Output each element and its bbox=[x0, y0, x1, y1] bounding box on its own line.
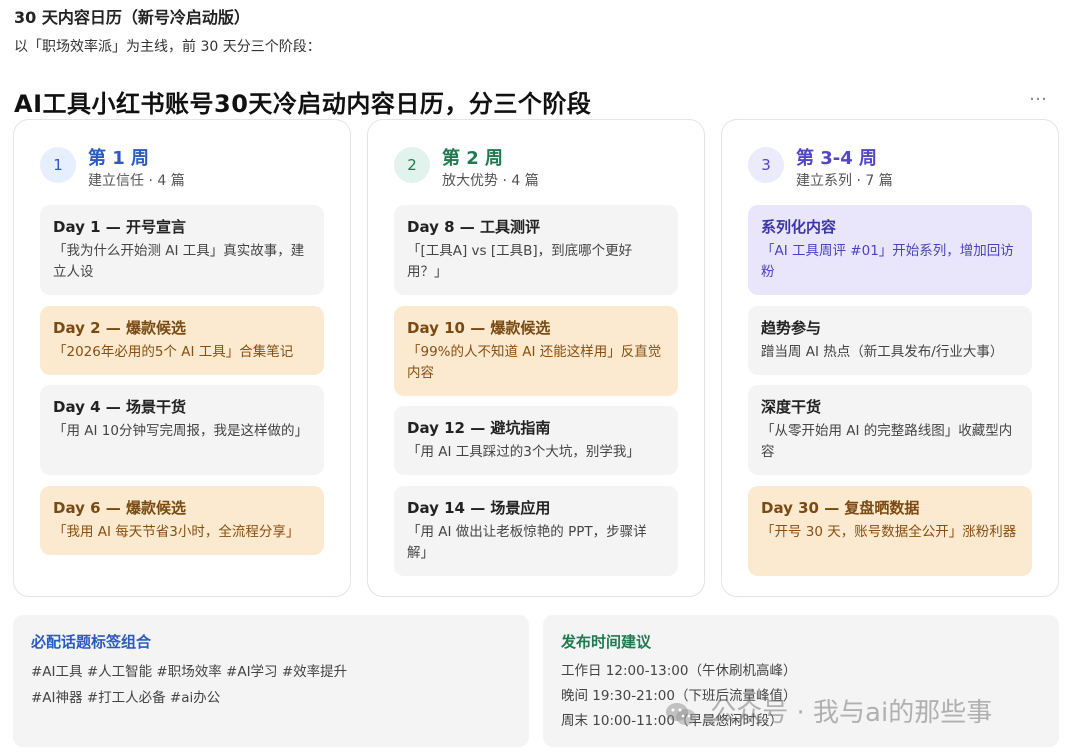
content-card: 深度干货 「从零开始用 AI 的完整路线图」收藏型内容 bbox=[748, 385, 1032, 475]
card-title: Day 12 — 避坑指南 bbox=[407, 419, 551, 437]
column-header: 1 第 1 周 建立信任 · 4 篇 bbox=[40, 144, 330, 189]
card-title: Day 10 — 爆款候选 bbox=[407, 319, 551, 337]
hashtags-panel: 必配话题标签组合 #AI工具 #人工智能 #职场效率 #AI学习 #效率提升 #… bbox=[13, 615, 529, 747]
content-card: Day 12 — 避坑指南 「用 AI 工具踩过的3个大坑，别学我」 bbox=[394, 406, 678, 475]
page-title: AI工具小红书账号30天冷启动内容日历，分三个阶段 bbox=[14, 90, 592, 118]
column-header: 2 第 2 周 放大优势 · 4 篇 bbox=[394, 144, 684, 189]
card-title: Day 6 — 爆款候选 bbox=[53, 499, 186, 517]
phase-number-badge: 1 bbox=[40, 147, 76, 183]
card-description: 「[工具A] vs [工具B]，到底哪个更好用？」 bbox=[407, 243, 633, 280]
phase-subtitle: 建立信任 · 4 篇 bbox=[88, 173, 185, 189]
phase-title: 第 1 周 bbox=[88, 148, 150, 169]
publish-time-title: 发布时间建议 bbox=[561, 633, 652, 651]
card-title: Day 1 — 开号宣言 bbox=[53, 218, 186, 236]
phase-column-week2: 2 第 2 周 放大优势 · 4 篇 Day 8 — 工具测评 「[工具A] v… bbox=[367, 119, 705, 597]
content-card-highlight: Day 6 — 爆款候选 「我用 AI 每天节省3小时，全流程分享」 bbox=[40, 486, 324, 555]
card-title: 趋势参与 bbox=[761, 319, 822, 337]
content-card-highlight: Day 10 — 爆款候选 「99%的人不知道 AI 还能这样用」反直觉内容 bbox=[394, 306, 678, 396]
content-card: Day 4 — 场景干货 「用 AI 10分钟写完周报，我是这样做的」 bbox=[40, 385, 324, 475]
hashtag-line: #AI神器 #打工人必备 #ai办公 bbox=[31, 690, 221, 706]
card-title: Day 4 — 场景干货 bbox=[53, 398, 186, 416]
content-card: Day 14 — 场景应用 「用 AI 做出让老板惊艳的 PPT，步骤详解」 bbox=[394, 486, 678, 576]
hashtag-line: #AI工具 #人工智能 #职场效率 #AI学习 #效率提升 bbox=[31, 664, 348, 680]
phase-column-week1: 1 第 1 周 建立信任 · 4 篇 Day 1 — 开号宣言 「我为什么开始测… bbox=[13, 119, 351, 597]
card-description: 「99%的人不知道 AI 还能这样用」反直觉内容 bbox=[407, 344, 662, 381]
wechat-icon bbox=[664, 700, 698, 728]
content-card-series: 系列化内容 「AI 工具周评 #01」开始系列，增加回访粉 bbox=[748, 205, 1032, 295]
card-title: 深度干货 bbox=[761, 398, 822, 416]
card-description: 「从零开始用 AI 的完整路线图」收藏型内容 bbox=[761, 423, 1013, 460]
card-description: 「我为什么开始测 AI 工具」真实故事，建立人设 bbox=[53, 243, 305, 280]
card-title: Day 30 — 复盘晒数据 bbox=[761, 499, 920, 517]
content-card: Day 8 — 工具测评 「[工具A] vs [工具B]，到底哪个更好用？」 bbox=[394, 205, 678, 295]
phase-column-week3-4: 3 第 3-4 周 建立系列 · 7 篇 系列化内容 「AI 工具周评 #01」… bbox=[721, 119, 1059, 597]
more-options-icon[interactable]: … bbox=[1026, 86, 1050, 108]
card-description: 「AI 工具周评 #01」开始系列，增加回访粉 bbox=[761, 243, 1014, 280]
content-card: 趋势参与 蹭当周 AI 热点（新工具发布/行业大事） bbox=[748, 306, 1032, 375]
watermark-text: 公众号 · 我与ai的那些事 bbox=[710, 698, 993, 728]
phase-columns: 1 第 1 周 建立信任 · 4 篇 Day 1 — 开号宣言 「我为什么开始测… bbox=[13, 119, 1059, 597]
column-header: 3 第 3-4 周 建立系列 · 7 篇 bbox=[748, 144, 1038, 189]
content-card-highlight: Day 2 — 爆款候选 「2026年必用的5个 AI 工具」合集笔记 bbox=[40, 306, 324, 375]
card-description: 「用 AI 10分钟写完周报，我是这样做的」 bbox=[53, 423, 308, 439]
phase-subtitle: 放大优势 · 4 篇 bbox=[442, 173, 539, 189]
card-title: Day 14 — 场景应用 bbox=[407, 499, 551, 517]
card-title: Day 8 — 工具测评 bbox=[407, 218, 540, 236]
card-description: 「2026年必用的5个 AI 工具」合集笔记 bbox=[53, 344, 294, 360]
phase-title: 第 3-4 周 bbox=[796, 148, 878, 169]
card-title: 系列化内容 bbox=[761, 218, 837, 236]
phase-number-badge: 3 bbox=[748, 147, 784, 183]
card-description: 蹭当周 AI 热点（新工具发布/行业大事） bbox=[761, 344, 1004, 360]
phase-subtitle: 建立系列 · 7 篇 bbox=[796, 173, 893, 189]
card-description: 「用 AI 工具踩过的3个大坑，别学我」 bbox=[407, 444, 640, 460]
intro-text: 以「职场效率派」为主线，前 30 天分三个阶段： bbox=[14, 39, 321, 55]
phase-title: 第 2 周 bbox=[442, 148, 504, 169]
top-title: 30 天内容日历（新号冷启动版） bbox=[14, 8, 250, 27]
card-description: 「开号 30 天，账号数据全公开」涨粉利器 bbox=[761, 524, 1017, 540]
hashtags-title: 必配话题标签组合 bbox=[31, 633, 152, 651]
card-description: 「我用 AI 每天节省3小时，全流程分享」 bbox=[53, 524, 300, 540]
time-slot: 工作日 12:00-13:00（午休刷机高峰） bbox=[561, 663, 797, 679]
card-title: Day 2 — 爆款候选 bbox=[53, 319, 186, 337]
watermark: 公众号 · 我与ai的那些事 bbox=[664, 692, 992, 732]
phase-number-badge: 2 bbox=[394, 147, 430, 183]
hashtag-list: #AI工具 #人工智能 #职场效率 #AI学习 #效率提升 #AI神器 #打工人… bbox=[31, 659, 501, 711]
card-description: 「用 AI 做出让老板惊艳的 PPT，步骤详解」 bbox=[407, 524, 647, 561]
content-card-highlight: Day 30 — 复盘晒数据 「开号 30 天，账号数据全公开」涨粉利器 bbox=[748, 486, 1032, 576]
content-card: Day 1 — 开号宣言 「我为什么开始测 AI 工具」真实故事，建立人设 bbox=[40, 205, 324, 295]
